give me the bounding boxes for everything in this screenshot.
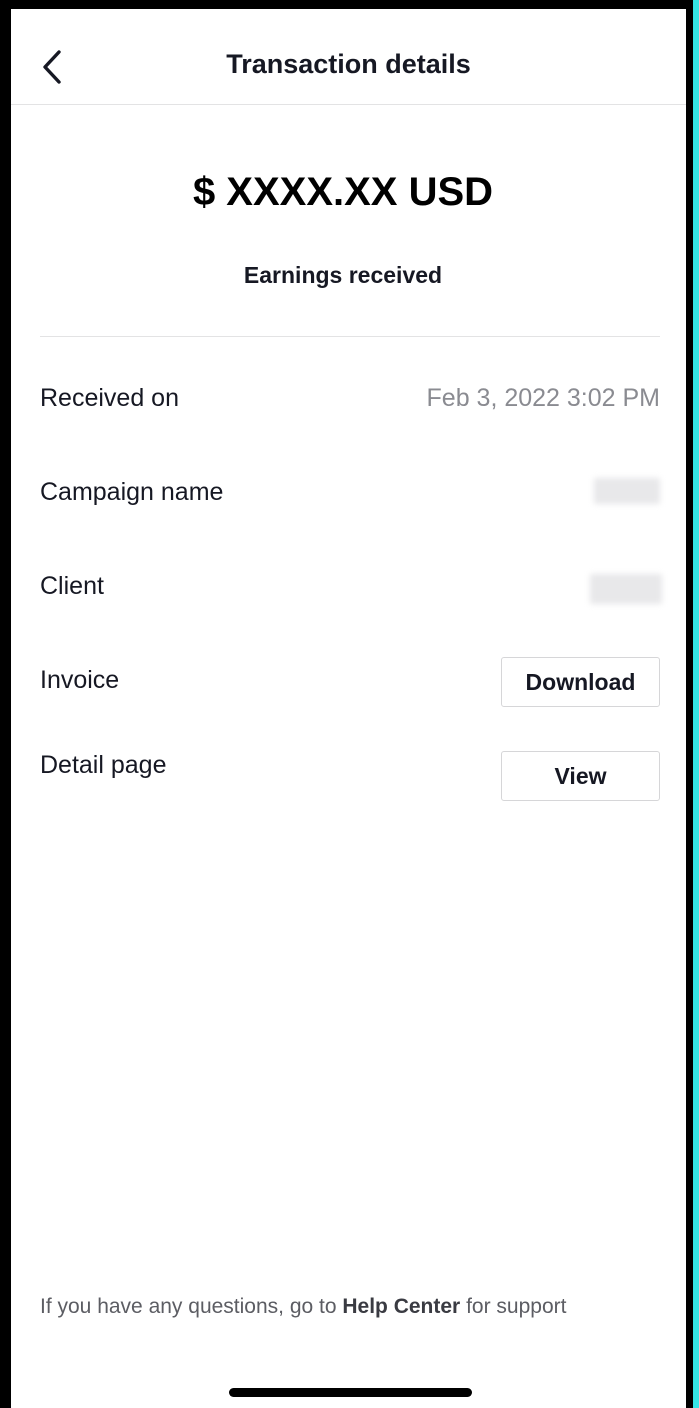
- received-on-label: Received on: [40, 384, 179, 412]
- download-invoice-button[interactable]: Download: [501, 657, 660, 707]
- section-divider: [40, 336, 660, 337]
- frame-border-right: [686, 0, 693, 1408]
- accent-edge-strip: [693, 0, 699, 1408]
- top-nav-bar: Transaction details: [11, 9, 686, 105]
- help-center-link[interactable]: Help Center: [342, 1295, 460, 1318]
- help-text-suffix: for support: [460, 1295, 567, 1318]
- help-support-text: If you have any questions, go to Help Ce…: [40, 1292, 680, 1322]
- frame-border-left: [0, 0, 11, 1408]
- received-on-value: Feb 3, 2022 3:02 PM: [426, 384, 660, 412]
- detail-page-label: Detail page: [40, 751, 167, 779]
- invoice-label: Invoice: [40, 666, 120, 694]
- transaction-amount: $ XXXX.XX USD: [192, 170, 494, 214]
- campaign-name-value-redacted: [594, 478, 660, 504]
- help-text-prefix: If you have any questions, go to: [40, 1295, 343, 1318]
- client-label: Client: [40, 572, 104, 600]
- campaign-name-label: Campaign name: [40, 478, 224, 506]
- frame-border-top: [0, 0, 699, 9]
- transaction-status: Earnings received: [243, 262, 443, 288]
- phone-screen: Transaction details $ XXXX.XX USD Earnin…: [0, 0, 699, 1408]
- home-indicator[interactable]: [229, 1388, 472, 1397]
- view-detail-page-button[interactable]: View: [501, 751, 660, 801]
- page-title: Transaction details: [226, 49, 471, 79]
- client-value-redacted: [590, 574, 662, 604]
